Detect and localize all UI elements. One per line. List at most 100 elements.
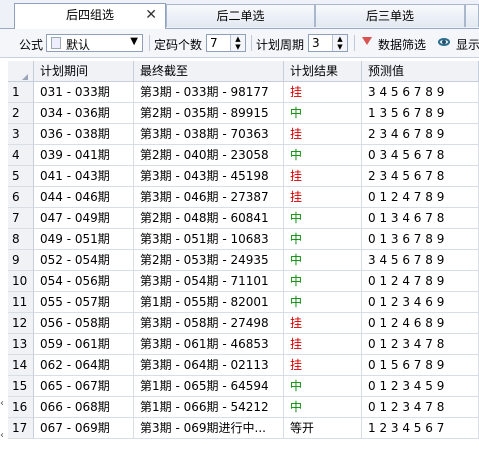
table-row[interactable]: 8 049 - 051期 第3期 - 051期 - 10683 中 0 1 3 6 7 … [8, 229, 479, 250]
formula-label: 公式 [19, 38, 44, 52]
result-cell: 中 [284, 229, 362, 250]
tab-hou-san-dan-xuan[interactable]: 后三单选 [315, 4, 465, 27]
row-number: 9 [8, 250, 34, 271]
prediction-cell: 0 1 3 6 7 8 9 [362, 229, 479, 250]
table-row[interactable]: 16 066 - 068期 第1期 - 066期 - 54212 中 0 1 2 3 4… [8, 397, 479, 418]
prediction-cell: 0 1 2 3 4 7 8 [362, 397, 479, 418]
prediction-cell: 3 4 5 6 7 8 9 [362, 250, 479, 271]
row-number: 2 [8, 103, 34, 124]
plan-period-cell: 049 - 051期 [34, 229, 134, 250]
prediction-cell: 0 1 5 6 7 8 9 [362, 355, 479, 376]
result-cell: 挂 [284, 166, 362, 187]
tab-label: 后四组选 [65, 8, 114, 22]
column-header[interactable]: 最终截至 [134, 61, 284, 82]
prediction-cell: 0 1 2 4 7 8 9 [362, 271, 479, 292]
table-row[interactable]: 1 031 - 033期 第3期 - 033期 - 98177 挂 3 4 5 6 7 … [8, 82, 479, 103]
prediction-cell: 0 1 3 4 6 7 8 [362, 208, 479, 229]
chevron-left-icon[interactable]: ‹ [0, 398, 4, 409]
prediction-cell: 0 3 4 5 6 7 8 [362, 145, 479, 166]
stepper-arrows-icon[interactable]: ▲ ▼ [332, 35, 347, 51]
result-cell: 挂 [284, 124, 362, 145]
result-cell: 中 [284, 250, 362, 271]
table-row[interactable]: 3 036 - 038期 第3期 - 038期 - 70363 挂 2 3 4 6 7 … [8, 124, 479, 145]
result-cell: 挂 [284, 334, 362, 355]
column-header[interactable]: 计划结果 [284, 61, 362, 82]
tab-hou-er-dan-xuan[interactable]: 后二单选 [166, 4, 315, 27]
formula-value: 默认 [66, 38, 91, 52]
formula-select[interactable]: 默认 ▼ [46, 34, 143, 52]
result-cell: 中 [284, 271, 362, 292]
divider [251, 35, 252, 51]
prediction-cell: 0 1 2 4 6 8 9 [362, 313, 479, 334]
row-number: 16 [8, 397, 34, 418]
row-number: 3 [8, 124, 34, 145]
last-draw-cell: 第3期 - 038期 - 70363 [134, 124, 284, 145]
table-row[interactable]: 11 055 - 057期 第1期 - 055期 - 82001 中 0 1 2 3 4… [8, 292, 479, 313]
table-row[interactable]: 13 059 - 061期 第3期 - 061期 - 46853 挂 0 1 2 3 4… [8, 334, 479, 355]
plan-period-cell: 036 - 038期 [34, 124, 134, 145]
result-cell: 挂 [284, 82, 362, 103]
tab-label: 后三单选 [365, 9, 414, 23]
toolbar: 公式 默认 ▼ 定码个数 7 ▲ ▼ 计划周期 3 ▲ ▼ 数据筛选 显示 [0, 29, 479, 58]
prediction-cell: 2 3 4 5 6 7 8 [362, 166, 479, 187]
period-stepper[interactable]: 3 ▲ ▼ [308, 34, 348, 52]
last-draw-cell: 第3期 - 058期 - 27498 [134, 313, 284, 334]
plan-period-cell: 039 - 041期 [34, 145, 134, 166]
plan-period-cell: 066 - 068期 [34, 397, 134, 418]
result-cell: 中 [284, 103, 362, 124]
eye-icon[interactable] [438, 38, 450, 46]
corner-cell[interactable] [8, 61, 34, 82]
result-cell: 中 [284, 376, 362, 397]
document-icon [51, 37, 61, 49]
table-row[interactable]: 15 065 - 067期 第1期 - 065期 - 64594 中 0 1 2 3 4… [8, 376, 479, 397]
period-value: 3 [312, 36, 320, 50]
plan-period-cell: 054 - 056期 [34, 271, 134, 292]
table-row[interactable]: 7 047 - 049期 第2期 - 048期 - 60841 中 0 1 3 4 6 … [8, 208, 479, 229]
plan-period-cell: 056 - 058期 [34, 313, 134, 334]
last-draw-cell: 第3期 - 064期 - 02113 [134, 355, 284, 376]
filter-button[interactable]: 数据筛选 [378, 36, 426, 53]
prediction-cell: 0 1 2 3 4 7 8 [362, 334, 479, 355]
tab-overflow[interactable] [465, 4, 479, 27]
row-number: 4 [8, 145, 34, 166]
table-row[interactable]: 9 052 - 054期 第2期 - 053期 - 24935 中 3 4 5 6 7 … [8, 250, 479, 271]
filter-icon[interactable] [362, 37, 372, 45]
prediction-cell: 2 3 4 6 7 8 9 [362, 124, 479, 145]
column-header[interactable]: 预测值 [362, 61, 479, 82]
period-label: 计划周期 [256, 38, 305, 52]
show-button[interactable]: 显示 [456, 36, 479, 53]
plan-period-cell: 047 - 049期 [34, 208, 134, 229]
last-draw-cell: 第3期 - 054期 - 71101 [134, 271, 284, 292]
result-cell: 中 [284, 145, 362, 166]
table-row[interactable]: 6 044 - 046期 第3期 - 046期 - 27387 挂 0 1 2 4 7 … [8, 187, 479, 208]
tab-hou-si-zu-xuan[interactable]: 后四组选 ✕ [14, 3, 166, 29]
column-header[interactable]: 计划期间 [34, 61, 134, 82]
tab-bar: 后四组选 ✕ 后二单选 后三单选 [0, 0, 479, 29]
count-value: 7 [210, 36, 218, 50]
last-draw-cell: 第1期 - 055期 - 82001 [134, 292, 284, 313]
last-draw-cell: 第3期 - 051期 - 10683 [134, 229, 284, 250]
plan-period-cell: 031 - 033期 [34, 82, 134, 103]
table-row[interactable]: 17 067 - 069期 第3期 - 069期进行中... 等开 1 2 3 4 5 … [8, 418, 479, 439]
last-draw-cell: 第3期 - 043期 - 45198 [134, 166, 284, 187]
prediction-cell: 1 3 5 6 7 8 9 [362, 103, 479, 124]
count-stepper[interactable]: 7 ▲ ▼ [206, 34, 246, 52]
table-row[interactable]: 4 039 - 041期 第2期 - 040期 - 23058 中 0 3 4 5 6 … [8, 145, 479, 166]
tab-label: 后二单选 [216, 9, 265, 23]
close-icon[interactable]: ✕ [145, 4, 157, 26]
chevron-left-icon[interactable]: ‹ [0, 430, 4, 441]
table-row[interactable]: 12 056 - 058期 第3期 - 058期 - 27498 挂 0 1 2 4 6… [8, 313, 479, 334]
stepper-arrows-icon[interactable]: ▲ ▼ [230, 35, 245, 51]
divider [354, 35, 355, 51]
table-row[interactable]: 10 054 - 056期 第3期 - 054期 - 71101 中 0 1 2 4 7… [8, 271, 479, 292]
row-number: 8 [8, 229, 34, 250]
last-draw-cell: 第2期 - 048期 - 60841 [134, 208, 284, 229]
table-row[interactable]: 2 034 - 036期 第2期 - 035期 - 89915 中 1 3 5 6 7 … [8, 103, 479, 124]
table-row[interactable]: 5 041 - 043期 第3期 - 043期 - 45198 挂 2 3 4 5 6 … [8, 166, 479, 187]
last-draw-cell: 第3期 - 046期 - 27387 [134, 187, 284, 208]
row-number: 1 [8, 82, 34, 103]
row-number: 15 [8, 376, 34, 397]
last-draw-cell: 第2期 - 035期 - 89915 [134, 103, 284, 124]
prediction-cell: 3 4 5 6 7 8 9 [362, 82, 479, 103]
table-row[interactable]: 14 062 - 064期 第3期 - 064期 - 02113 挂 0 1 5 6 7… [8, 355, 479, 376]
